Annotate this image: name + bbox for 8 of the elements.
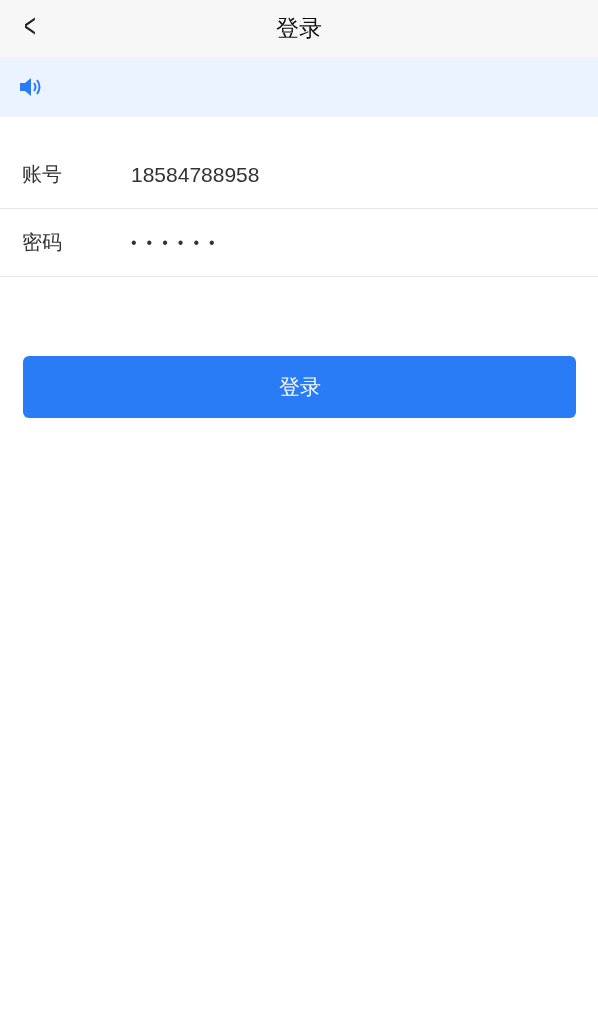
field-label: 账号 xyxy=(22,161,63,188)
back-button[interactable]: < xyxy=(23,6,36,45)
speaker-icon xyxy=(19,77,43,97)
page-title: 登录 xyxy=(276,14,322,43)
password-field[interactable]: •••••• xyxy=(131,233,225,252)
field-label: 密码 xyxy=(22,229,63,256)
login-button[interactable]: 登录 xyxy=(23,356,576,418)
account-field[interactable]: 18584788958 xyxy=(131,162,260,187)
